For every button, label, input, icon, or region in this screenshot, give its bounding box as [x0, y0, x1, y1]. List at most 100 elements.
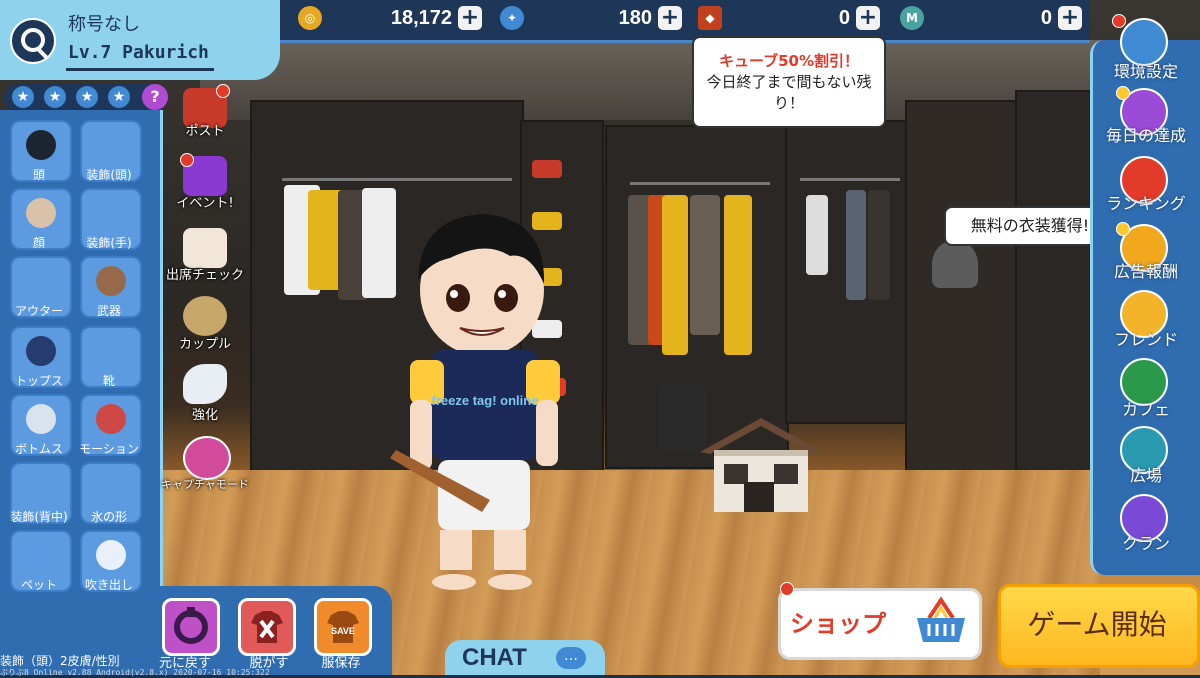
cafe-label[interactable]: カフェ — [1092, 396, 1200, 420]
bird-counter: ✦ 180 + — [500, 5, 682, 31]
sale-text: 今日終了まで間もない残り！ — [706, 73, 872, 112]
shirt-x-icon — [251, 611, 283, 643]
equip-slot-label: ボトムス — [14, 442, 63, 456]
backpack — [658, 385, 706, 451]
notification-dot — [1116, 222, 1130, 236]
enhance-label[interactable]: 強化 — [155, 404, 255, 423]
shoes-icon — [96, 336, 126, 366]
shoe — [532, 160, 562, 178]
camera-icon[interactable] — [183, 436, 231, 480]
add-m-tokens-button[interactable]: + — [1058, 6, 1082, 30]
m-token-counter: M 0 + — [900, 5, 1082, 31]
back-accessory-icon — [26, 472, 56, 502]
ad-reward-label[interactable]: 広告報酬 — [1092, 258, 1200, 282]
event-label[interactable]: イベント! — [155, 192, 255, 211]
equip-slot-label: 装飾(手) — [86, 236, 132, 250]
help-button[interactable]: ? — [142, 84, 168, 110]
bat-icon — [96, 266, 126, 296]
ice-shape-icon — [96, 472, 126, 502]
clan-label[interactable]: クラン — [1092, 530, 1200, 554]
chat-bubble-icon: … — [556, 647, 586, 669]
player-avatar[interactable]: freeze tag! online — [390, 200, 570, 610]
add-birds-button[interactable]: + — [658, 6, 682, 30]
equip-slot-label: 装飾(背中) — [10, 510, 68, 524]
add-coins-button[interactable]: + — [458, 6, 482, 30]
game-start-label[interactable]: ゲーム開始 — [1004, 603, 1190, 643]
undo-icon — [174, 607, 208, 644]
daily-label[interactable]: 毎日の達成 — [1092, 122, 1200, 146]
bird-icon: ✦ — [500, 6, 524, 30]
rings-icon[interactable] — [183, 296, 227, 336]
bird-value: 180 — [618, 6, 652, 29]
notification-dot — [780, 582, 794, 596]
equip-slot-label: 頭 — [32, 168, 45, 182]
notification-dot — [216, 84, 230, 98]
ranking-label[interactable]: ランキング — [1092, 190, 1200, 214]
sale-highlight: キューブ50%割引！ — [718, 52, 859, 70]
couple-label[interactable]: カップル — [155, 333, 255, 352]
hand-accessory-icon — [96, 198, 126, 228]
motion-icon — [96, 404, 126, 434]
hanging-dress — [662, 195, 688, 355]
star-icon: ★ — [12, 86, 34, 108]
equip-slot-label: 吹き出し — [84, 578, 133, 592]
tops-icon — [26, 336, 56, 366]
m-token-icon: M — [900, 6, 924, 30]
search-icon[interactable] — [10, 18, 56, 64]
equip-slot-label: 氷の形 — [90, 510, 127, 524]
capture-label[interactable]: キャプチャモード — [155, 476, 255, 492]
helmet-icon — [26, 130, 56, 160]
plaza-label[interactable]: 広場 — [1092, 462, 1200, 486]
sale-bubble[interactable]: キューブ50%割引！ 今日終了まで間もない残り！ — [692, 36, 886, 128]
undress-button[interactable] — [238, 598, 296, 656]
cube-counter: ◆ 0 + — [698, 5, 880, 31]
save-label: 服保存 — [321, 656, 361, 671]
drawer-cabinet-right — [1015, 90, 1099, 514]
pet-icon — [26, 540, 56, 570]
hanging-pants — [846, 190, 866, 300]
post-label[interactable]: ポスト — [155, 120, 255, 139]
clothes-rack — [800, 178, 900, 181]
face-icon — [26, 198, 56, 228]
save-shirt-icon: SAVE — [327, 611, 359, 643]
shopping-basket-icon[interactable] — [915, 596, 967, 644]
player-title: 称号なし — [68, 14, 140, 35]
coin-icon: ◎ — [298, 6, 322, 30]
player-name: Lv.7 Pakurich — [68, 42, 209, 63]
attendance-label[interactable]: 出席チェック — [155, 264, 255, 283]
star-icon: ★ — [108, 86, 130, 108]
equip-slot-label: アウター — [14, 304, 63, 318]
hanging-dress — [724, 195, 752, 355]
shop-label[interactable]: ショップ — [790, 604, 886, 639]
add-cubes-button[interactable]: + — [856, 6, 880, 30]
coin-value: 18,172 — [390, 6, 452, 29]
reset-outfit-button[interactable] — [162, 598, 220, 656]
equip-slot-label: 顔 — [32, 236, 45, 250]
outer-icon — [26, 266, 56, 296]
clothes-rack — [282, 178, 512, 181]
doghouse — [700, 418, 822, 512]
profile-panel[interactable]: 称号なし Lv.7 Pakurich — [0, 0, 280, 80]
coin-counter: ◎ 18,172 + — [298, 5, 482, 31]
drawer-cabinet — [905, 100, 1019, 514]
cube-icon: ◆ — [698, 6, 722, 30]
settings-label[interactable]: 環境設定 — [1092, 58, 1200, 82]
chat-label[interactable]: CHAT — [462, 644, 527, 672]
equip-slot-label: 靴 — [102, 374, 115, 388]
version-text: ぶりぶ8 Online v2.88 Android(v2.8.x) 2020-0… — [0, 668, 270, 677]
friends-label[interactable]: フレンド — [1092, 326, 1200, 350]
notification-dot — [1116, 86, 1130, 100]
equip-slot-label: 装飾(頭) — [86, 168, 132, 182]
name-underline — [66, 68, 214, 71]
bottoms-icon — [26, 404, 56, 434]
equip-slot-label: モーション — [79, 442, 139, 456]
save-badge: SAVE — [331, 626, 355, 636]
calendar-icon[interactable] — [183, 228, 227, 268]
star-icon: ★ — [44, 86, 66, 108]
head-accessory-icon — [96, 130, 126, 160]
equip-slot-label: トップス — [14, 374, 63, 388]
equip-slot-label: 武器 — [96, 304, 121, 318]
notification-dot — [180, 153, 194, 167]
save-outfit-button[interactable]: SAVE — [314, 598, 372, 656]
wing-icon[interactable] — [183, 364, 227, 404]
